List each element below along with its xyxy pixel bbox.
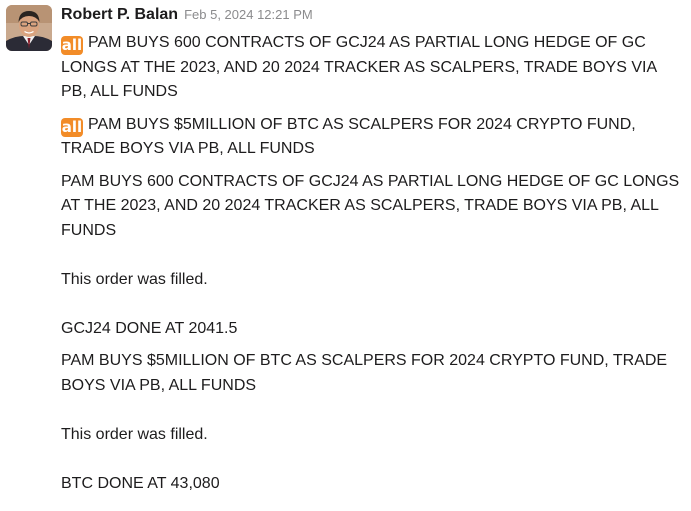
sender-name[interactable]: Robert P. Balan (61, 6, 178, 24)
message-text: PAM BUYS $5MILLION OF BTC AS SCALPERS FO… (61, 352, 668, 394)
avatar-portrait-icon (6, 5, 52, 51)
message-body: all PAM BUYS 600 CONTRACTS OF GCJ24 AS PA… (61, 31, 686, 496)
message-header: Robert P. Balan Feb 5, 2024 12:21 PM (61, 6, 313, 28)
avatar[interactable] (6, 5, 52, 51)
all-emoji-icon: all (61, 117, 83, 137)
message-text: GCJ24 DONE AT 2041.5 (61, 319, 238, 337)
line-break (61, 292, 686, 317)
message-text: BTC DONE AT 43,080 (61, 474, 220, 492)
line-break (61, 243, 686, 268)
message-timestamp[interactable]: Feb 5, 2024 12:21 PM (184, 7, 313, 22)
all-emoji-icon: all (61, 36, 83, 55)
message-text: This order was filled. (61, 270, 208, 288)
message-paragraph: all PAM BUYS $5MILLION OF BTC AS SCALPERS… (61, 113, 686, 162)
message-paragraph: all PAM BUYS 600 CONTRACTS OF GCJ24 AS PA… (61, 31, 686, 105)
line-break (61, 447, 686, 472)
message-text: PAM BUYS 600 CONTRACTS OF GCJ24 AS PARTI… (61, 34, 657, 100)
chat-message: Robert P. Balan Feb 5, 2024 12:21 PM all… (0, 0, 691, 511)
message-text: PAM BUYS $5MILLION OF BTC AS SCALPERS FO… (61, 115, 636, 158)
line-break (61, 398, 686, 423)
message-text: This order was filled. (61, 425, 208, 443)
message-text: PAM BUYS 600 CONTRACTS OF GCJ24 AS PARTI… (61, 172, 680, 239)
